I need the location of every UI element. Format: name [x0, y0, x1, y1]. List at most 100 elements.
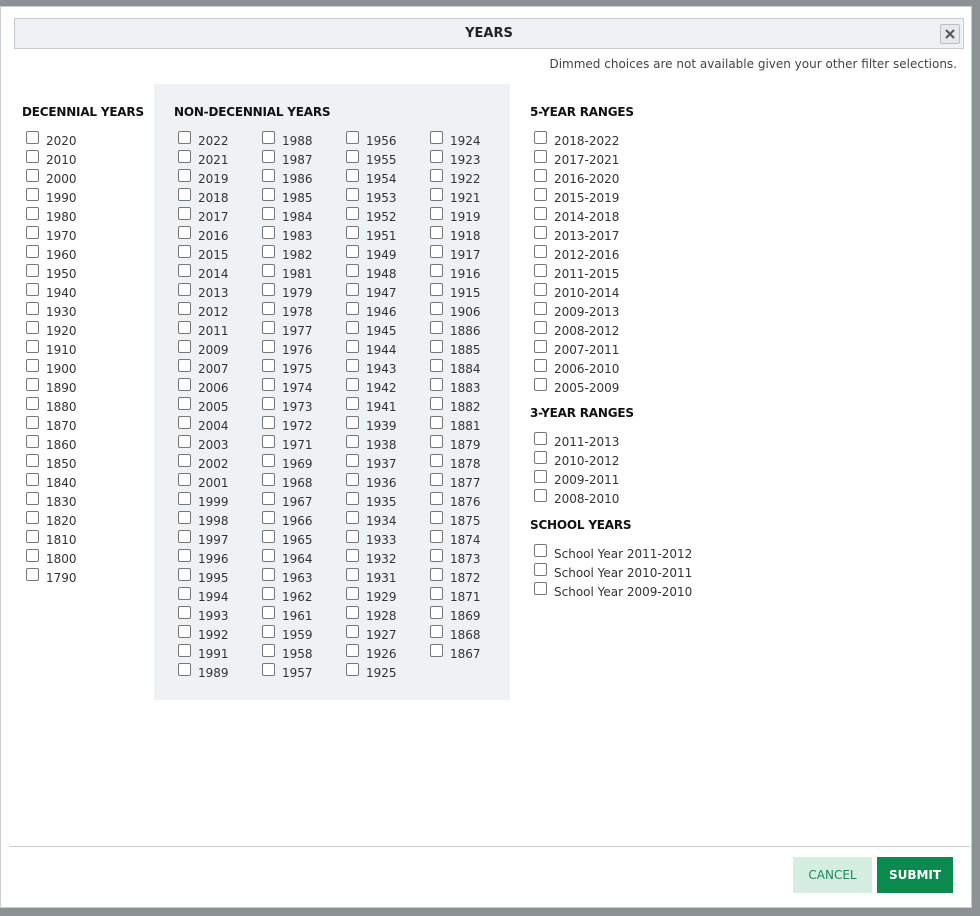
non-decennial-year-option[interactable]: 1932	[346, 549, 397, 568]
checkbox[interactable]	[262, 511, 275, 524]
non-decennial-year-option[interactable]: 1875	[430, 511, 481, 530]
checkbox[interactable]	[430, 378, 443, 391]
five-year-range-option[interactable]: 2010-2014	[534, 283, 619, 302]
non-decennial-year-option[interactable]: 1963	[262, 568, 313, 587]
non-decennial-year-option[interactable]: 1993	[178, 606, 229, 625]
non-decennial-year-option[interactable]: 1966	[262, 511, 313, 530]
non-decennial-year-option[interactable]: 1997	[178, 530, 229, 549]
non-decennial-year-option[interactable]: 1883	[430, 378, 481, 397]
checkbox[interactable]	[430, 264, 443, 277]
non-decennial-year-option[interactable]: 2019	[178, 169, 229, 188]
checkbox[interactable]	[26, 131, 39, 144]
non-decennial-year-option[interactable]: 1885	[430, 340, 481, 359]
checkbox[interactable]	[534, 582, 547, 595]
checkbox[interactable]	[26, 321, 39, 334]
checkbox[interactable]	[26, 188, 39, 201]
checkbox[interactable]	[178, 378, 191, 391]
non-decennial-year-option[interactable]: 1939	[346, 416, 397, 435]
checkbox[interactable]	[346, 587, 359, 600]
checkbox[interactable]	[262, 397, 275, 410]
checkbox[interactable]	[430, 549, 443, 562]
non-decennial-year-option[interactable]: 1925	[346, 663, 397, 682]
non-decennial-year-option[interactable]: 1969	[262, 454, 313, 473]
checkbox[interactable]	[346, 625, 359, 638]
checkbox[interactable]	[178, 663, 191, 676]
checkbox[interactable]	[178, 606, 191, 619]
checkbox[interactable]	[430, 283, 443, 296]
checkbox[interactable]	[26, 207, 39, 220]
checkbox[interactable]	[534, 264, 547, 277]
non-decennial-year-option[interactable]: 1874	[430, 530, 481, 549]
non-decennial-year-option[interactable]: 1948	[346, 264, 397, 283]
checkbox[interactable]	[430, 226, 443, 239]
non-decennial-year-option[interactable]: 1933	[346, 530, 397, 549]
submit-button[interactable]: SUBMIT	[877, 857, 953, 893]
decennial-year-option[interactable]: 1860	[26, 435, 77, 454]
checkbox[interactable]	[346, 473, 359, 486]
checkbox[interactable]	[430, 606, 443, 619]
checkbox[interactable]	[178, 150, 191, 163]
checkbox[interactable]	[534, 321, 547, 334]
checkbox[interactable]	[178, 492, 191, 505]
checkbox[interactable]	[262, 359, 275, 372]
checkbox[interactable]	[262, 302, 275, 315]
non-decennial-year-option[interactable]: 1958	[262, 644, 313, 663]
decennial-year-option[interactable]: 1980	[26, 207, 77, 226]
non-decennial-year-option[interactable]: 1965	[262, 530, 313, 549]
checkbox[interactable]	[26, 397, 39, 410]
close-button[interactable]	[940, 24, 960, 44]
non-decennial-year-option[interactable]: 1962	[262, 587, 313, 606]
checkbox[interactable]	[534, 150, 547, 163]
checkbox[interactable]	[430, 131, 443, 144]
checkbox[interactable]	[534, 432, 547, 445]
non-decennial-year-option[interactable]: 2009	[178, 340, 229, 359]
decennial-year-option[interactable]: 1800	[26, 549, 77, 568]
non-decennial-year-option[interactable]: 1999	[178, 492, 229, 511]
non-decennial-year-option[interactable]: 2018	[178, 188, 229, 207]
three-year-range-option[interactable]: 2009-2011	[534, 470, 619, 489]
checkbox[interactable]	[262, 245, 275, 258]
non-decennial-year-option[interactable]: 1927	[346, 625, 397, 644]
checkbox[interactable]	[430, 340, 443, 353]
non-decennial-year-option[interactable]: 1928	[346, 606, 397, 625]
checkbox[interactable]	[430, 150, 443, 163]
five-year-range-option[interactable]: 2009-2013	[534, 302, 619, 321]
checkbox[interactable]	[178, 340, 191, 353]
checkbox[interactable]	[430, 169, 443, 182]
checkbox[interactable]	[346, 207, 359, 220]
checkbox[interactable]	[346, 530, 359, 543]
non-decennial-year-option[interactable]: 1917	[430, 245, 481, 264]
five-year-range-option[interactable]: 2015-2019	[534, 188, 619, 207]
decennial-year-option[interactable]: 2020	[26, 131, 77, 150]
non-decennial-year-option[interactable]: 2016	[178, 226, 229, 245]
checkbox[interactable]	[262, 625, 275, 638]
non-decennial-year-option[interactable]: 1876	[430, 492, 481, 511]
checkbox[interactable]	[262, 587, 275, 600]
non-decennial-year-option[interactable]: 2014	[178, 264, 229, 283]
decennial-year-option[interactable]: 1840	[26, 473, 77, 492]
checkbox[interactable]	[26, 378, 39, 391]
checkbox[interactable]	[178, 511, 191, 524]
non-decennial-year-option[interactable]: 1942	[346, 378, 397, 397]
non-decennial-year-option[interactable]: 1972	[262, 416, 313, 435]
non-decennial-year-option[interactable]: 1919	[430, 207, 481, 226]
non-decennial-year-option[interactable]: 1978	[262, 302, 313, 321]
decennial-year-option[interactable]: 1940	[26, 283, 77, 302]
school-year-option[interactable]: School Year 2010-2011	[534, 563, 692, 582]
checkbox[interactable]	[430, 511, 443, 524]
checkbox[interactable]	[534, 563, 547, 576]
checkbox[interactable]	[534, 169, 547, 182]
non-decennial-year-option[interactable]: 1872	[430, 568, 481, 587]
checkbox[interactable]	[430, 587, 443, 600]
decennial-year-option[interactable]: 1890	[26, 378, 77, 397]
five-year-range-option[interactable]: 2011-2015	[534, 264, 619, 283]
non-decennial-year-option[interactable]: 2022	[178, 131, 229, 150]
non-decennial-year-option[interactable]: 1992	[178, 625, 229, 644]
decennial-year-option[interactable]: 1970	[26, 226, 77, 245]
non-decennial-year-option[interactable]: 2001	[178, 473, 229, 492]
checkbox[interactable]	[262, 606, 275, 619]
checkbox[interactable]	[346, 283, 359, 296]
decennial-year-option[interactable]: 1900	[26, 359, 77, 378]
decennial-year-option[interactable]: 1990	[26, 188, 77, 207]
three-year-range-option[interactable]: 2010-2012	[534, 451, 619, 470]
